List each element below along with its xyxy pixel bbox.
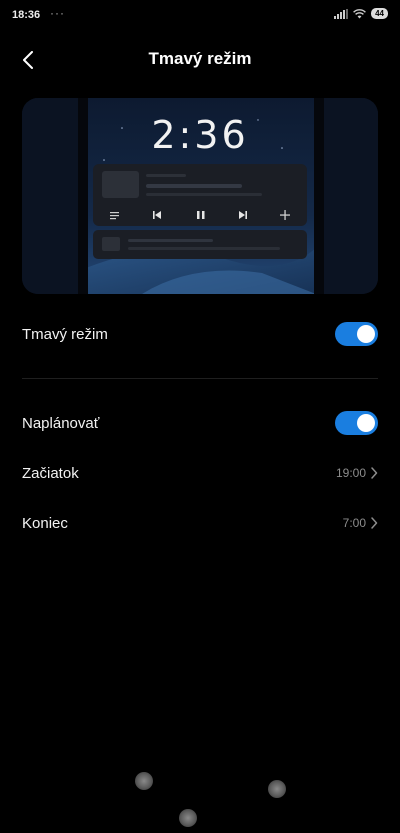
wifi-icon xyxy=(353,8,366,18)
end-time-label: Koniec xyxy=(22,514,68,532)
status-bar: 18:36 ··· 44 xyxy=(0,0,400,30)
schedule-row[interactable]: Naplánovať xyxy=(22,403,378,443)
page-title: Tmavý režim xyxy=(148,49,252,68)
start-time-value: 19:00 xyxy=(335,466,366,480)
nav-recents-dot[interactable] xyxy=(268,780,286,798)
dark-mode-label: Tmavý režim xyxy=(22,325,108,343)
schedule-label: Naplánovať xyxy=(22,414,100,432)
chevron-right-icon xyxy=(371,517,378,529)
preview-clock: 2:36 xyxy=(151,113,249,157)
dark-mode-row[interactable]: Tmavý režim xyxy=(22,314,378,354)
chevron-right-icon xyxy=(371,467,378,479)
start-time-row[interactable]: Začiatok 19:00 xyxy=(22,453,378,493)
nav-back-dot[interactable] xyxy=(135,772,153,790)
schedule-toggle[interactable] xyxy=(335,411,378,435)
battery-icon: 44 xyxy=(371,8,388,19)
toggle-knob xyxy=(357,325,375,343)
divider xyxy=(22,378,378,379)
status-time: 18:36 xyxy=(12,9,41,21)
toggle-knob xyxy=(357,414,375,432)
end-time-value: 7:00 xyxy=(342,516,366,530)
notification-overflow-icon: ··· xyxy=(50,6,65,20)
status-icons: 44 xyxy=(334,8,388,19)
dark-mode-toggle[interactable] xyxy=(335,322,378,346)
signal-icon xyxy=(334,8,349,19)
start-time-label: Začiatok xyxy=(22,464,79,482)
end-time-row[interactable]: Koniec 7:00 xyxy=(22,503,378,543)
nav-home-dot[interactable] xyxy=(179,809,197,827)
